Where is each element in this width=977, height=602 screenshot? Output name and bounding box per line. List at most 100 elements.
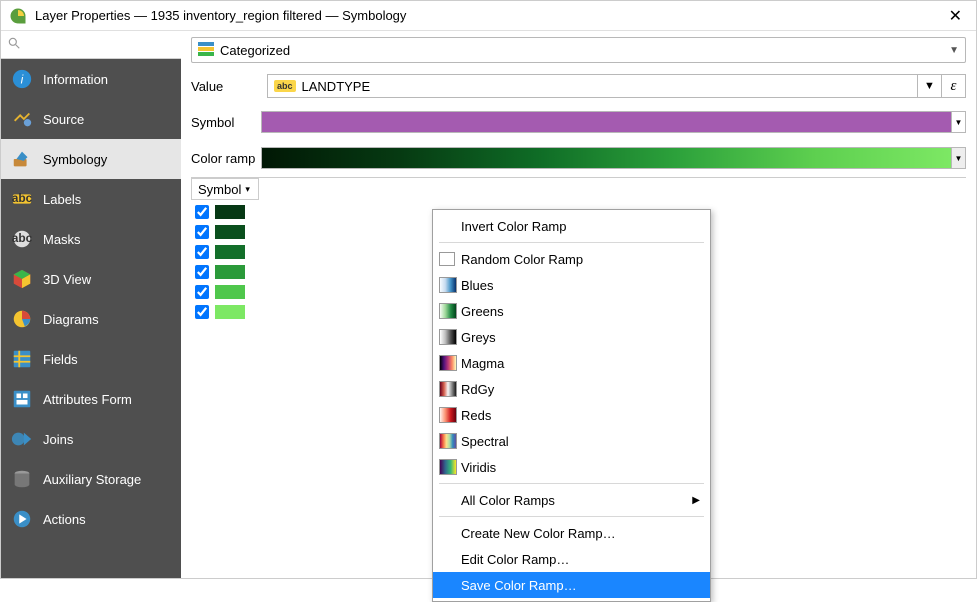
category-checkbox[interactable] [195,225,209,239]
source-icon [11,108,33,130]
ramp-preview-icon [439,303,457,319]
menu-ramp-spectral[interactable]: Spectral [433,428,710,454]
sidebar-item-fields[interactable]: Fields [1,339,181,379]
color-ramp-swatch[interactable] [261,147,952,169]
ramp-name-label: Magma [461,356,504,371]
menu-edit-ramp[interactable]: Edit Color Ramp… [433,546,710,572]
menu-separator [439,483,704,484]
column-header-symbol[interactable]: Symbol ▾ [191,178,259,200]
category-checkbox[interactable] [195,205,209,219]
expression-button[interactable]: ε [942,74,966,98]
ramp-preview-icon [439,407,457,423]
ramp-preview-icon [439,355,457,371]
info-icon: i [11,68,33,90]
menu-ramp-magma[interactable]: Magma [433,350,710,376]
sidebar-search[interactable] [1,31,181,59]
ramp-name-label: Viridis [461,460,496,475]
value-label: Value [191,79,261,94]
random-ramp-swatch [439,252,455,266]
menu-random-ramp[interactable]: Random Color Ramp [433,246,710,272]
sidebar-item-label: Information [43,72,108,87]
category-swatch[interactable] [215,285,245,299]
sidebar-item-labels[interactable]: abc Labels [1,179,181,219]
category-swatch[interactable] [215,205,245,219]
field-type-icon: abc [274,80,296,92]
symbol-dropdown-button[interactable]: ▼ [952,111,966,133]
ramp-preview-icon [439,329,457,345]
sidebar-item-label: Joins [43,432,73,447]
sidebar-item-actions[interactable]: Actions [1,499,181,539]
sidebar-item-source[interactable]: Source [1,99,181,139]
menu-all-ramps[interactable]: All Color Ramps ▶ [433,487,710,513]
category-swatch[interactable] [215,225,245,239]
menu-separator [439,242,704,243]
chevron-down-icon: ▼ [949,45,959,56]
sidebar-item-masks[interactable]: abc Masks [1,219,181,259]
qgis-icon [9,7,27,25]
category-checkbox[interactable] [195,245,209,259]
sidebar-item-joins[interactable]: Joins [1,419,181,459]
sidebar-item-label: Labels [43,192,81,207]
category-checkbox[interactable] [195,265,209,279]
menu-create-ramp[interactable]: Create New Color Ramp… [433,520,710,546]
sidebar-item-symbology[interactable]: Symbology [1,139,181,179]
submenu-arrow-icon: ▶ [692,495,700,506]
color-ramp-menu: Invert Color Ramp Random Color Ramp Blue… [432,209,711,602]
menu-ramp-greys[interactable]: Greys [433,324,710,350]
svg-text:abc: abc [12,231,33,245]
symbol-label: Symbol [191,115,261,130]
labels-icon: abc [11,188,33,210]
sidebar-item-label: Masks [43,232,81,247]
category-checkbox[interactable] [195,285,209,299]
search-icon [7,36,21,53]
renderer-selector[interactable]: Categorized ▼ [191,37,966,63]
menu-ramp-viridis[interactable]: Viridis [433,454,710,480]
diagrams-icon [11,308,33,330]
sidebar-item-label: Auxiliary Storage [43,472,141,487]
category-checkbox[interactable] [195,305,209,319]
ramp-name-label: Blues [461,278,494,293]
color-ramp-dropdown-button[interactable]: ▼ [952,147,966,169]
symbol-swatch[interactable] [261,111,952,133]
sidebar-item-3dview[interactable]: 3D View [1,259,181,299]
sidebar-item-information[interactable]: i Information [1,59,181,99]
value-dropdown-button[interactable]: ▼ [918,74,942,98]
ramp-preview-icon [439,381,457,397]
ramp-name-label: Greys [461,330,496,345]
svg-text:abc: abc [12,191,33,205]
sidebar-item-label: 3D View [43,272,91,287]
form-icon [11,388,33,410]
titlebar: Layer Properties — 1935 inventory_region… [1,1,976,31]
menu-save-ramp[interactable]: Save Color Ramp… [433,572,710,598]
sidebar-item-diagrams[interactable]: Diagrams [1,299,181,339]
category-swatch[interactable] [215,265,245,279]
close-button[interactable]: ✕ [943,6,968,26]
menu-ramp-reds[interactable]: Reds [433,402,710,428]
symbology-icon [11,148,33,170]
menu-ramp-greens[interactable]: Greens [433,298,710,324]
categorized-icon [198,42,214,59]
ramp-name-label: RdGy [461,382,494,397]
storage-icon [11,468,33,490]
menu-ramp-blues[interactable]: Blues [433,272,710,298]
sidebar-item-label: Source [43,112,84,127]
color-ramp-label: Color ramp [191,151,261,166]
menu-invert-ramp[interactable]: Invert Color Ramp [433,213,710,239]
value-field-combo[interactable]: abc LANDTYPE ▼ ε [267,74,966,98]
ramp-name-label: Spectral [461,434,509,449]
category-swatch[interactable] [215,305,245,319]
sidebar-item-attributes-form[interactable]: Attributes Form [1,379,181,419]
value-field-text: LANDTYPE [302,79,371,94]
actions-icon [11,508,33,530]
sidebar-item-auxiliary-storage[interactable]: Auxiliary Storage [1,459,181,499]
category-swatch[interactable] [215,245,245,259]
ramp-name-label: Greens [461,304,504,319]
menu-ramp-rdgy[interactable]: RdGy [433,376,710,402]
masks-icon: abc [11,228,33,250]
ramp-preview-icon [439,277,457,293]
renderer-label: Categorized [220,43,290,58]
cube-icon [11,268,33,290]
search-input[interactable] [25,37,175,52]
joins-icon [11,428,33,450]
ramp-preview-icon [439,433,457,449]
